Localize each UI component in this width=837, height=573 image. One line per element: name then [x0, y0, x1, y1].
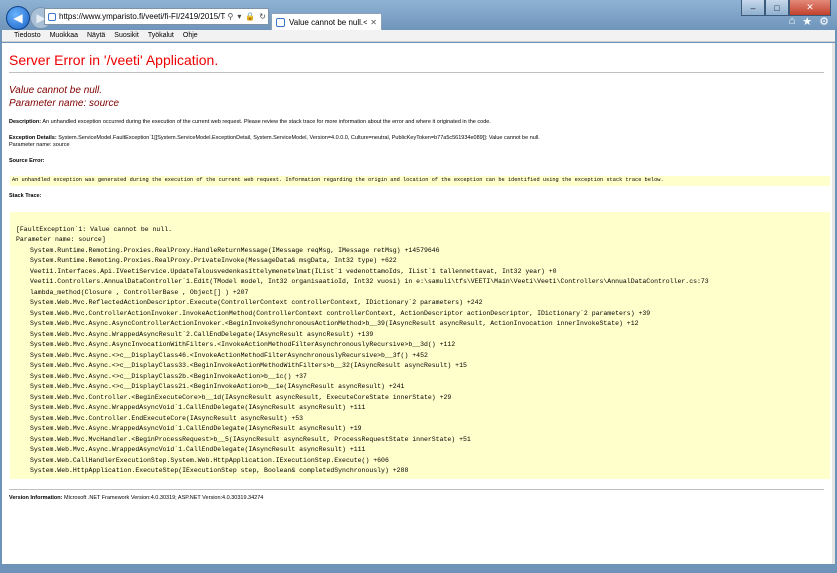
tab-active[interactable]: Value cannot be null.<br>P... ✕ [271, 13, 382, 30]
exception-block: Exception Details: System.ServiceModel.F… [9, 135, 540, 141]
lock-icon[interactable]: 🔒 [245, 12, 255, 21]
stack-trace-line: [FaultException`1: Value cannot be null. [16, 226, 173, 233]
close-tab-icon[interactable]: ✕ [370, 18, 377, 27]
stack-trace-line: Parameter name: source] [16, 236, 106, 243]
maximize-button[interactable]: □ [765, 0, 789, 16]
description-text: An unhandled exception occurred during t… [42, 119, 491, 125]
stack-trace-line: System.Web.Mvc.ControllerActionInvoker.I… [30, 310, 651, 317]
stack-trace-line: System.Web.HttpApplication.ExecuteStep(I… [30, 467, 409, 474]
close-window-button[interactable]: ✕ [789, 0, 831, 16]
home-icon[interactable]: ⌂ [789, 15, 796, 28]
exception-label: Exception Details: [9, 135, 57, 141]
menu-item-edit[interactable]: Muokkaa [50, 32, 78, 39]
stack-trace-line: System.Web.Mvc.Controller.EndExecuteCore… [30, 415, 304, 422]
scrollbar[interactable] [832, 43, 835, 564]
menu-item-view[interactable]: Näytä [87, 32, 105, 39]
browser-window: ◀ ▶ https://www.ymparisto.fi/veeti/fi-FI… [0, 0, 837, 573]
window-controls: – □ ✕ [741, 0, 831, 16]
tab-label: Value cannot be null.<br>P... [289, 17, 368, 27]
source-error-label-text: Source Error: [9, 158, 45, 164]
menu-item-favorites[interactable]: Suosikit [114, 32, 139, 39]
exception-text-line2: Parameter name: source [9, 142, 70, 148]
source-error-text: An unhandled exception was generated dur… [12, 177, 664, 183]
stack-trace-line: System.Web.Mvc.Async.WrappedAsyncVoid`1.… [30, 404, 366, 411]
divider [9, 72, 824, 73]
stack-trace-line: System.Web.Mvc.Async.<>c__DisplayClass33… [30, 362, 467, 369]
star-icon[interactable]: ★ [802, 15, 812, 28]
exception-text: System.ServiceModel.FaultException`1[[Sy… [58, 135, 540, 141]
stack-trace-line: System.Web.Mvc.Async.AsyncControllerActi… [30, 320, 639, 327]
stack-trace-line: System.Web.Mvc.Controller.<BeginExecuteC… [30, 394, 452, 401]
menu-item-help[interactable]: Ohje [183, 32, 198, 39]
version-label: Version Information: [9, 495, 63, 501]
description-label: Description: [9, 119, 42, 125]
back-button[interactable]: ◀ [6, 6, 30, 30]
gear-icon[interactable]: ⚙ [819, 15, 829, 28]
menu-bar: Tiedosto Muokkaa Näytä Suosikit Työkalut… [2, 30, 835, 42]
stack-trace-line: System.Web.Mvc.Async.<>c__DisplayClass2b… [30, 373, 307, 380]
stack-trace-label: Stack Trace: [9, 193, 41, 199]
version-info: Version Information: Microsoft .NET Fram… [9, 495, 263, 501]
stack-trace-line: System.Web.Mvc.Async.<>c__DisplayClass21… [30, 383, 405, 390]
stack-trace-line: System.Web.Mvc.Async.<>c__DisplayClass46… [30, 352, 428, 359]
stack-trace-line: lambda_method(Closure , ControllerBase ,… [30, 289, 249, 296]
stack-trace-line: System.Web.Mvc.ReflectedActionDescriptor… [30, 299, 483, 306]
stack-trace-box: [FaultException`1: Value cannot be null.… [10, 212, 830, 479]
stack-trace-line: System.Web.CallHandlerExecutionStep.Syst… [30, 457, 389, 464]
stack-trace-line: Veeti1.Controllers.AnnualDataController`… [30, 278, 709, 285]
stack-trace-line: System.Web.Mvc.Async.WrappedAsyncVoid`1.… [30, 446, 366, 453]
search-icon[interactable]: ⚲ [227, 12, 233, 21]
stack-trace-line: System.Web.Mvc.Async.AsyncInvocationWith… [30, 341, 456, 348]
source-error-label: Source Error: [9, 158, 44, 164]
description-block: Description: An unhandled exception occu… [9, 119, 491, 125]
stack-trace-line: System.Web.Mvc.Async.WrappedAsyncVoid`1.… [30, 425, 362, 432]
stack-trace-line: Veeti1.Interfaces.Api.IVeetiService.Upda… [30, 268, 557, 275]
toolbar-icons: ⌂ ★ ⚙ [789, 15, 829, 28]
page-content: Server Error in '/veeti' Application. Va… [2, 43, 833, 564]
menu-item-file[interactable]: Tiedosto [14, 32, 41, 39]
stack-trace-label-text: Stack Trace: [9, 193, 42, 199]
dropdown-icon[interactable]: ▾ [237, 12, 241, 21]
error-message-line1: Value cannot be null. [9, 85, 103, 96]
stack-trace-line: System.Web.Mvc.MvcHandler.<BeginProcessR… [30, 436, 471, 443]
arrow-left-icon: ◀ [13, 11, 23, 25]
page-title: Server Error in '/veeti' Application. [9, 52, 219, 68]
tab-favicon-icon [276, 17, 285, 27]
error-message-line2: Parameter name: source [9, 98, 120, 109]
divider [9, 489, 824, 490]
stack-trace-line: System.Runtime.Remoting.Proxies.RealProx… [30, 247, 440, 254]
url-text[interactable]: https://www.ymparisto.fi/veeti/fi-FI/241… [59, 12, 225, 21]
version-text: Microsoft .NET Framework Version:4.0.303… [64, 495, 264, 501]
browser-titlebar: ◀ ▶ https://www.ymparisto.fi/veeti/fi-FI… [0, 0, 837, 30]
stack-trace-line: System.Runtime.Remoting.Proxies.RealProx… [30, 257, 397, 264]
source-error-box: An unhandled exception was generated dur… [10, 176, 830, 186]
address-bar[interactable]: https://www.ymparisto.fi/veeti/fi-FI/241… [44, 8, 269, 25]
window-bottom-border [2, 564, 835, 573]
page-icon [48, 12, 56, 21]
menu-item-tools[interactable]: Työkalut [148, 32, 174, 39]
stack-trace-line: System.Web.Mvc.Async.WrappedAsyncResult`… [30, 331, 374, 338]
refresh-icon[interactable]: ↻ [259, 12, 266, 21]
minimize-button[interactable]: – [741, 0, 765, 16]
